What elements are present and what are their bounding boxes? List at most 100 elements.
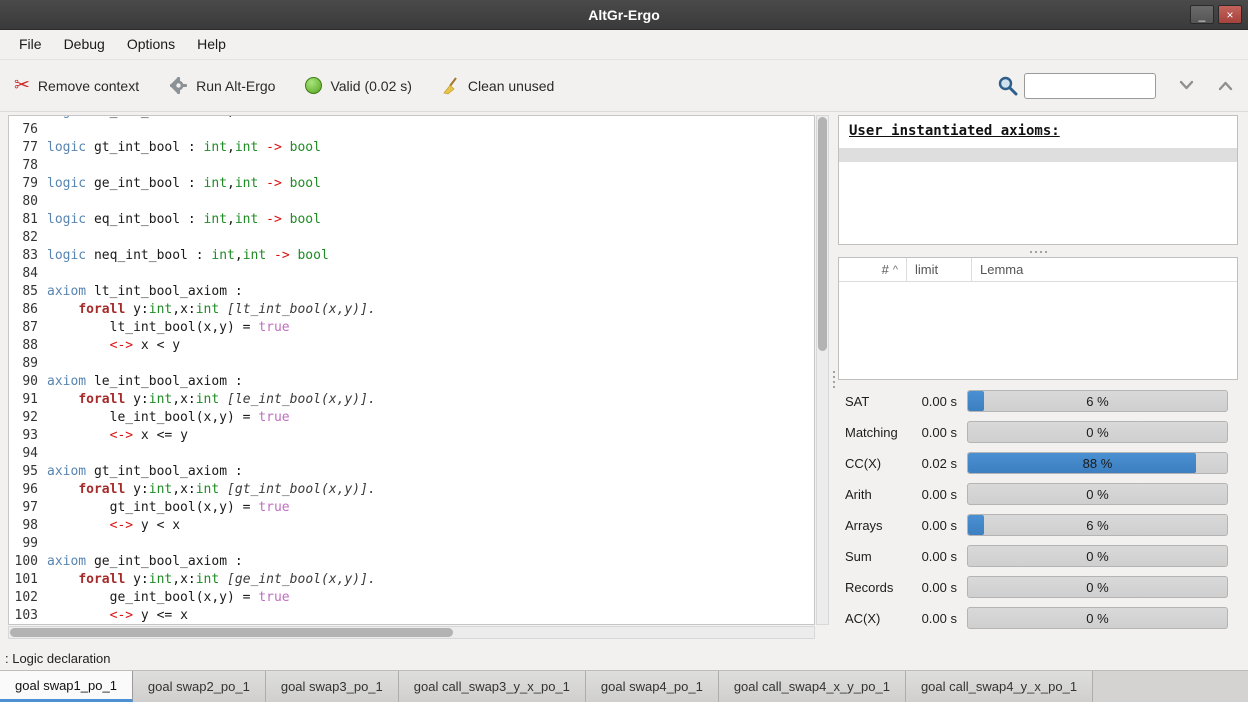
title-bar: AltGr-Ergo _ × xyxy=(0,0,1248,30)
run-alt-ergo-button[interactable]: Run Alt-Ergo xyxy=(169,76,275,95)
menu-item-help[interactable]: Help xyxy=(186,30,237,59)
code-line: 77logic gt_int_bool : int,int -> bool xyxy=(9,139,814,157)
editor-vertical-scrollbar[interactable] xyxy=(816,115,829,625)
code-line: 88 <-> x < y xyxy=(9,337,814,355)
minimize-button[interactable]: _ xyxy=(1190,5,1214,24)
stat-row: AC(X)0.00 s0 % xyxy=(838,607,1238,629)
line-number: 92 xyxy=(9,409,47,427)
stat-row: Matching0.00 s0 % xyxy=(838,421,1238,443)
valid-green-circle-icon xyxy=(305,77,322,94)
code-line: 83logic neq_int_bool : int,int -> bool xyxy=(9,247,814,265)
line-number: 79 xyxy=(9,175,47,193)
stat-label: Arrays xyxy=(845,518,909,533)
run-alt-ergo-label: Run Alt-Ergo xyxy=(196,78,275,94)
code-line: 91 forall y:int,x:int [le_int_bool(x,y)]… xyxy=(9,391,814,409)
clean-unused-label: Clean unused xyxy=(468,78,554,94)
toolbar: ✂ Remove context Run Alt-Ergo xyxy=(0,60,1248,112)
line-number: 76 xyxy=(9,121,47,139)
stat-time: 0.00 s xyxy=(909,394,957,409)
progress-text: 0 % xyxy=(968,577,1227,597)
line-number: 84 xyxy=(9,265,47,283)
line-number: 98 xyxy=(9,517,47,535)
code-text: axiom lt_int_bool_axiom : xyxy=(47,283,243,301)
code-line: 87 lt_int_bool(x,y) = true xyxy=(9,319,814,337)
tab-goal-call_swap4_y_x_po_1[interactable]: goal call_swap4_y_x_po_1 xyxy=(906,671,1093,702)
progress-text: 88 % xyxy=(968,453,1227,473)
user-axioms-panel: User instantiated axioms: xyxy=(838,115,1238,245)
close-button[interactable]: × xyxy=(1218,5,1242,24)
valid-status: Valid (0.02 s) xyxy=(305,77,411,94)
code-line: 79logic ge_int_bool : int,int -> bool xyxy=(9,175,814,193)
goto-down-icon[interactable] xyxy=(1178,77,1195,94)
line-number: 83 xyxy=(9,247,47,265)
stat-label: Records xyxy=(845,580,909,595)
code-text: axiom le_int_bool_axiom : xyxy=(47,373,243,391)
column-lemma[interactable]: Lemma xyxy=(972,258,1237,281)
clean-unused-button[interactable]: Clean unused xyxy=(442,77,554,95)
broom-icon xyxy=(442,77,460,95)
window-title: AltGr-Ergo xyxy=(588,7,660,23)
code-text: logic gt_int_bool : int,int -> bool xyxy=(47,139,321,157)
code-text: ge_int_bool(x,y) = true xyxy=(47,589,290,607)
code-editor[interactable]: 75logic le_int_bool : int,int -> bool767… xyxy=(8,115,815,625)
line-number: 100 xyxy=(9,553,47,571)
tab-goal-swap3_po_1[interactable]: goal swap3_po_1 xyxy=(266,671,399,702)
vertical-scrollbar-thumb[interactable] xyxy=(818,117,827,351)
goal-tabs: goal swap1_po_1goal swap2_po_1goal swap3… xyxy=(0,670,1248,702)
code-text: axiom gt_int_bool_axiom : xyxy=(47,463,243,481)
stat-row: Arith0.00 s0 % xyxy=(838,483,1238,505)
code-line: 93 <-> x <= y xyxy=(9,427,814,445)
valid-status-label: Valid (0.02 s) xyxy=(330,78,411,94)
goto-up-icon[interactable] xyxy=(1217,77,1234,94)
scissors-icon: ✂ xyxy=(14,74,30,97)
axioms-empty-row xyxy=(839,148,1237,162)
code-text: logic le_int_bool : int,int -> bool xyxy=(47,115,321,121)
progress-bar: 6 % xyxy=(967,390,1228,412)
panel-resize-handle[interactable] xyxy=(838,248,1238,256)
line-number: 93 xyxy=(9,427,47,445)
progress-text: 0 % xyxy=(968,608,1227,628)
line-number: 80 xyxy=(9,193,47,211)
run-gear-icon xyxy=(169,76,188,95)
progress-text: 6 % xyxy=(968,391,1227,411)
code-text: <-> y < x xyxy=(47,517,180,535)
horizontal-scrollbar-thumb[interactable] xyxy=(10,628,453,637)
search-input[interactable] xyxy=(1024,73,1156,99)
editor-horizontal-scrollbar[interactable] xyxy=(8,626,815,639)
tab-goal-swap2_po_1[interactable]: goal swap2_po_1 xyxy=(133,671,266,702)
pane-resize-handle[interactable] xyxy=(829,112,838,646)
menu-item-options[interactable]: Options xyxy=(116,30,186,59)
status-text: : Logic declaration xyxy=(5,651,111,666)
main-area: 75logic le_int_bool : int,int -> bool767… xyxy=(0,112,1248,646)
code-line: 86 forall y:int,x:int [lt_int_bool(x,y)]… xyxy=(9,301,814,319)
line-number: 87 xyxy=(9,319,47,337)
line-number: 97 xyxy=(9,499,47,517)
remove-context-button[interactable]: ✂ Remove context xyxy=(14,74,139,97)
progress-bar: 0 % xyxy=(967,421,1228,443)
column-number[interactable]: # ^ xyxy=(839,258,907,281)
stat-time: 0.00 s xyxy=(909,611,957,626)
code-text: axiom ge_int_bool_axiom : xyxy=(47,553,243,571)
line-number: 85 xyxy=(9,283,47,301)
line-number: 77 xyxy=(9,139,47,157)
menu-item-debug[interactable]: Debug xyxy=(53,30,116,59)
code-text: lt_int_bool(x,y) = true xyxy=(47,319,290,337)
tab-goal-call_swap4_x_y_po_1[interactable]: goal call_swap4_x_y_po_1 xyxy=(719,671,906,702)
menu-item-file[interactable]: File xyxy=(8,30,53,59)
code-line: 100axiom ge_int_bool_axiom : xyxy=(9,553,814,571)
stat-row: Arrays0.00 s6 % xyxy=(838,514,1238,536)
column-limit[interactable]: limit xyxy=(907,258,972,281)
tab-goal-swap1_po_1[interactable]: goal swap1_po_1 xyxy=(0,671,133,702)
line-number: 78 xyxy=(9,157,47,175)
code-text: forall y:int,x:int [le_int_bool(x,y)]. xyxy=(47,391,376,409)
code-line: 89 xyxy=(9,355,814,373)
line-number: 101 xyxy=(9,571,47,589)
code-line: 85axiom lt_int_bool_axiom : xyxy=(9,283,814,301)
code-line: 97 gt_int_bool(x,y) = true xyxy=(9,499,814,517)
line-number: 99 xyxy=(9,535,47,553)
code-line: 82 xyxy=(9,229,814,247)
tab-goal-swap4_po_1[interactable]: goal swap4_po_1 xyxy=(586,671,719,702)
tab-goal-call_swap3_y_x_po_1[interactable]: goal call_swap3_y_x_po_1 xyxy=(399,671,586,702)
stat-time: 0.02 s xyxy=(909,456,957,471)
line-number: 89 xyxy=(9,355,47,373)
